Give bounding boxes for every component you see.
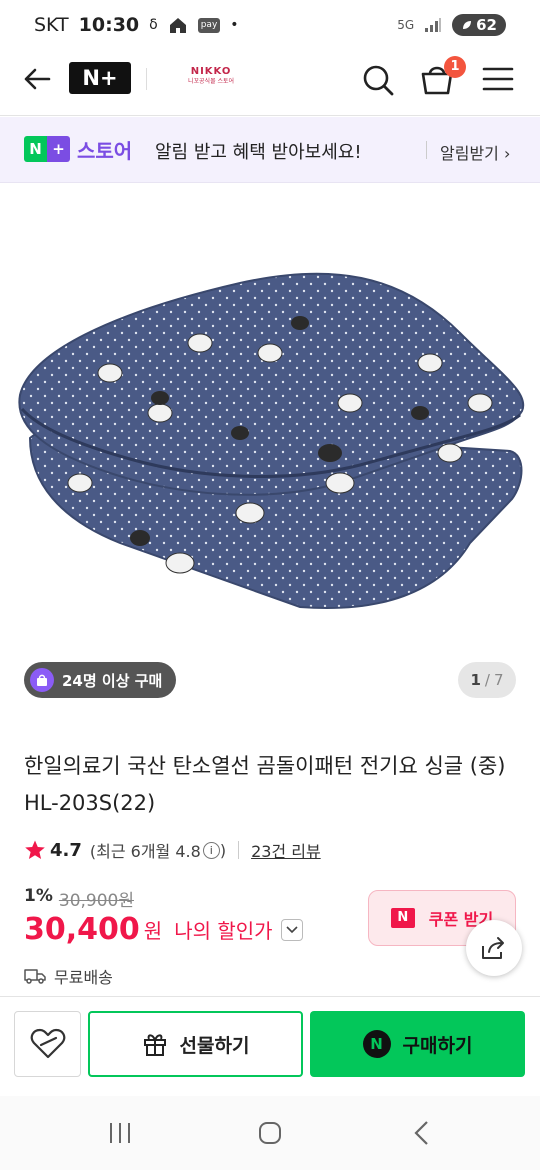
original-price: 30,900원 <box>58 891 134 911</box>
back-arrow-icon <box>24 68 51 90</box>
hamburger-menu-icon <box>482 67 514 91</box>
info-icon[interactable]: i <box>202 841 220 859</box>
carrier-label: SKT <box>34 14 69 36</box>
product-title: 한일의료기 국산 탄소열선 곰돌이패턴 전기요 싱글 (중) HL-203S(2… <box>24 754 506 815</box>
naver-pay-n-icon: N <box>362 1030 391 1058</box>
notification-banner: N + 스토어 알림 받고 혜택 받아보세요! 알림받기 › <box>0 117 540 183</box>
rating-row: 4.7 (최근 6개월 4.8 i ) 23건 리뷰 <box>24 838 321 862</box>
signal-icon <box>425 18 442 32</box>
gift-button[interactable]: 선물하기 <box>88 1011 303 1077</box>
pager-current: 1 <box>470 671 481 689</box>
wishlist-button[interactable] <box>14 1011 81 1077</box>
np-mini-plus: + <box>47 136 70 162</box>
cart-count-badge: 1 <box>444 56 466 78</box>
price-detail-dropdown[interactable] <box>280 918 303 941</box>
back-button[interactable] <box>20 62 54 96</box>
gift-icon <box>143 1034 166 1056</box>
more-notifications-dot: • <box>230 17 239 33</box>
original-price-row: 1% 30,900원 <box>24 886 134 911</box>
recent-rating-close: ) <box>219 840 227 860</box>
search-button[interactable] <box>360 62 396 98</box>
buy-label: 구매하기 <box>402 1034 473 1057</box>
system-back-button[interactable] <box>402 1118 442 1148</box>
battery-level: 62 <box>476 16 497 34</box>
subscribe-alert-label: 알림받기 <box>440 144 499 163</box>
status-left: SKT 10:30 δ pay • <box>34 14 239 36</box>
shopping-bag-icon <box>30 668 54 692</box>
shipping-info: 무료배송 <box>24 964 113 988</box>
subscribe-alert-link[interactable]: 알림받기 › <box>440 140 510 164</box>
seller-logo[interactable]: NIKKO 니꼬공식몰 스토어 <box>188 67 234 85</box>
status-bar: SKT 10:30 δ pay • 5G 62 <box>0 0 540 54</box>
header-nav: N+ NIKKO 니꼬공식몰 스토어 1 <box>0 54 540 116</box>
home-button[interactable] <box>250 1118 290 1148</box>
buy-button[interactable]: N 구매하기 <box>310 1011 525 1077</box>
review-count-link[interactable]: 23건 리뷰 <box>251 838 321 862</box>
status-right: 5G 62 <box>397 14 506 36</box>
image-pager: 1 / 7 <box>458 662 516 698</box>
product-image <box>18 272 525 610</box>
heart-icon <box>30 1028 65 1059</box>
notification-icon: δ <box>149 17 158 33</box>
cart-button[interactable]: 1 <box>418 56 466 98</box>
recent-rating: (최근 6개월 4.8 <box>89 842 201 861</box>
seller-logo-main: NIKKO <box>190 66 232 77</box>
naver-plus-logo[interactable]: N+ <box>69 62 131 94</box>
my-discount-price-label: 나의 할인가 <box>174 919 273 943</box>
clock: 10:30 <box>78 14 140 36</box>
truck-icon <box>24 969 46 984</box>
pager-total: 7 <box>493 671 504 689</box>
network-type: 5G <box>397 18 415 32</box>
sale-price: 30,400 <box>24 912 140 947</box>
rating-divider <box>238 841 240 859</box>
header-divider <box>146 68 147 90</box>
store-label: 스토어 <box>77 138 133 163</box>
recent-apps-button[interactable] <box>100 1118 140 1148</box>
recent-apps-icon <box>110 1123 130 1143</box>
sale-price-row: 30,400 원 나의 할인가 <box>24 912 303 947</box>
home-icon <box>259 1122 281 1144</box>
currency-label: 원 <box>143 919 163 943</box>
product-image-carousel[interactable] <box>0 183 540 713</box>
seller-logo-sub: 니꼬공식몰 스토어 <box>188 78 235 85</box>
bottom-action-bar: 선물하기 N 구매하기 <box>0 996 540 1096</box>
menu-button[interactable] <box>482 66 514 92</box>
chevron-down-icon <box>285 925 298 933</box>
rating-score: 4.7 <box>50 839 82 861</box>
bag-glyph <box>37 674 47 686</box>
battery-leaf-icon <box>463 21 472 29</box>
discount-rate: 1% <box>24 886 53 906</box>
banner-message: 알림 받고 혜택 받아보세요! <box>155 142 362 163</box>
battery-indicator: 62 <box>452 14 506 36</box>
plus-store-logo: N + 스토어 <box>24 136 133 163</box>
purchase-count-badge: 24명 이상 구매 <box>24 662 177 698</box>
np-mini-logo: N + <box>24 136 70 162</box>
shipping-label: 무료배송 <box>54 968 113 987</box>
pager-separator: / <box>484 671 490 689</box>
gift-label: 선물하기 <box>179 1034 250 1057</box>
coupon-n-icon: N <box>390 908 415 928</box>
system-navigation-bar <box>0 1096 540 1170</box>
purchase-count-label: 24명 이상 구매 <box>62 671 163 690</box>
home-notification-icon <box>169 18 186 33</box>
share-icon <box>482 937 504 959</box>
pay-icon: pay <box>197 17 221 33</box>
np-mini-n: N <box>24 136 47 162</box>
banner-divider <box>426 141 427 159</box>
share-button[interactable] <box>466 920 522 976</box>
search-icon <box>363 65 394 96</box>
chevron-right-icon: › <box>503 144 511 163</box>
star-icon <box>25 840 45 859</box>
chevron-left-icon <box>414 1121 428 1145</box>
